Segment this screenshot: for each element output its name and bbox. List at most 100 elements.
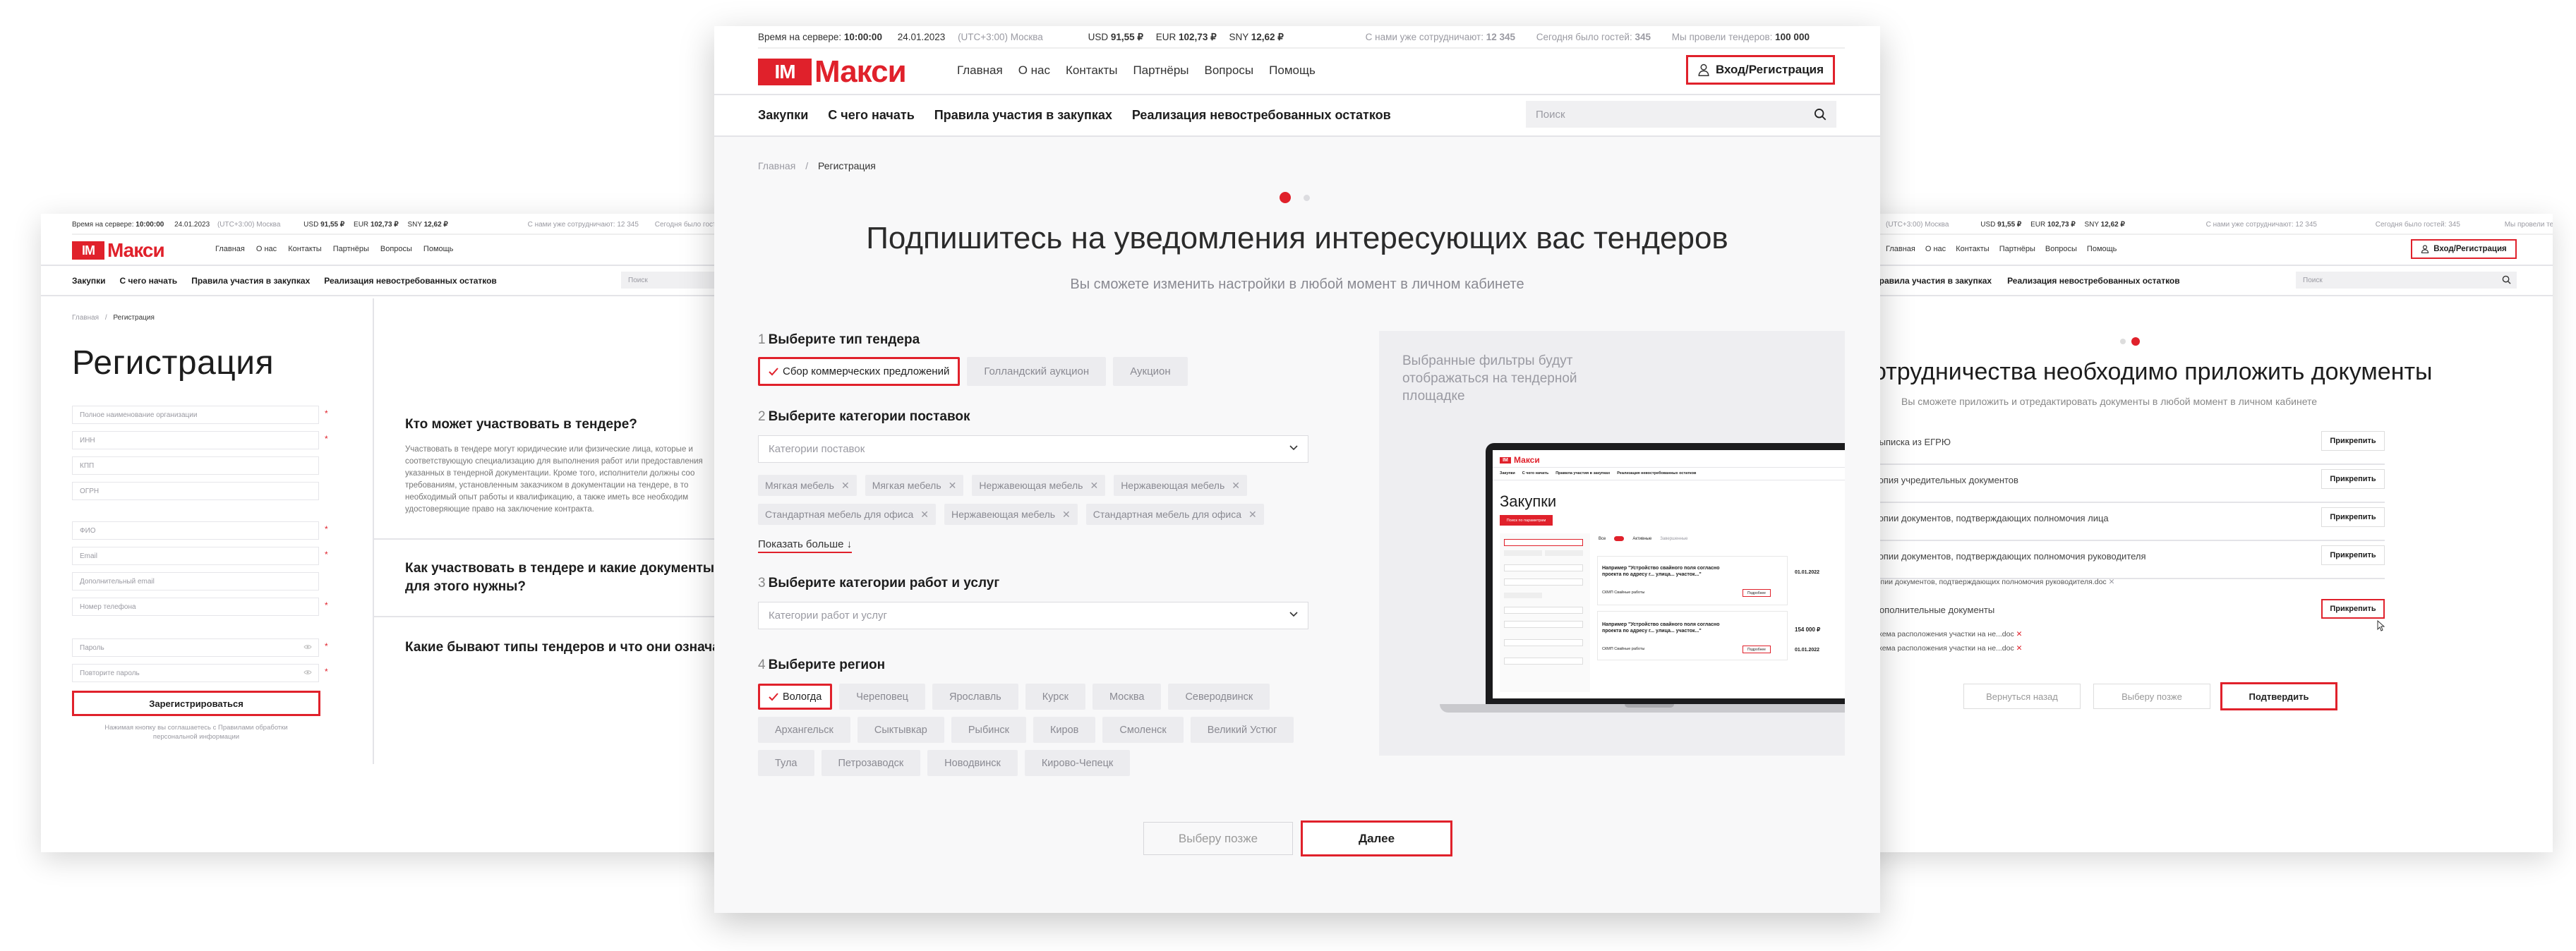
subnav-surplus[interactable]: Реализация невостребованных остатков [324, 276, 497, 286]
faq-question-1[interactable]: Кто может участвовать в тендере? [405, 417, 637, 432]
nav-help-main[interactable]: Помощь [1269, 63, 1316, 78]
register-button[interactable]: Зарегистрироваться [72, 691, 320, 716]
supply-chip[interactable]: Мягкая мебель ✕ [865, 475, 964, 496]
region-chip[interactable]: Тула [758, 750, 814, 776]
region-chip[interactable]: Кирово-Чепецк [1024, 750, 1131, 776]
uploaded-file[interactable]: копии документов, подтверждающих полномо… [1873, 578, 2114, 586]
region-chip[interactable]: Курск [1025, 684, 1085, 710]
uploaded-file[interactable]: Схема расположения участки на не...doc ✕ [1873, 644, 2022, 653]
subnav-purchases[interactable]: Закупки [72, 276, 106, 286]
region-chip[interactable]: Рыбинск [951, 717, 1026, 743]
nav-contacts-main[interactable]: Контакты [1066, 63, 1117, 78]
supply-chip[interactable]: Нержавеющая мебель ✕ [972, 475, 1106, 496]
supply-chip[interactable]: Нержавеющая мебель ✕ [944, 504, 1078, 525]
extra-email-field[interactable]: Дополнительный email [72, 572, 319, 590]
close-icon[interactable]: ✕ [1090, 480, 1098, 492]
search-input-main[interactable]: Поиск [1526, 101, 1836, 128]
nav-questions[interactable]: Вопросы [380, 245, 412, 253]
close-icon[interactable]: ✕ [1232, 480, 1240, 492]
attach-button[interactable]: Прикрепить [2321, 507, 2385, 527]
nav-contacts[interactable]: Контакты [288, 245, 322, 253]
nav-about-main[interactable]: О нас [1018, 63, 1050, 78]
attach-button[interactable]: Прикрепить [2321, 599, 2385, 619]
nav-home[interactable]: Главная [215, 245, 245, 253]
search-input-right[interactable]: Поиск [2296, 272, 2517, 289]
close-icon[interactable]: ✕ [2016, 630, 2023, 638]
attach-button[interactable]: Прикрепить [2321, 545, 2385, 565]
phone-field[interactable]: Номер телефона [72, 598, 319, 616]
next-button[interactable]: Далее [1301, 820, 1452, 856]
uploaded-file[interactable]: Схема расположения участки на не...doc ✕ [1873, 630, 2022, 638]
faq-question-2[interactable]: Как участвовать в тендере и какие докуме… [405, 559, 730, 596]
close-icon[interactable]: ✕ [949, 480, 957, 492]
tender-type-options: Сбор коммерческих предложений Голландски… [758, 357, 1188, 386]
login-button-right[interactable]: Вход/Регистрация [2411, 239, 2517, 259]
attach-button[interactable]: Прикрепить [2321, 469, 2385, 489]
region-chip[interactable]: Вологда [758, 684, 833, 710]
region-chip[interactable]: Москва [1092, 684, 1162, 710]
back-button[interactable]: Вернуться назад [1963, 684, 2081, 709]
tender-type-dutch[interactable]: Голландский аукцион [967, 357, 1107, 386]
password-field[interactable]: Пароль [72, 638, 319, 657]
works-categories-select[interactable]: Категории работ и услуг [758, 602, 1308, 629]
subnav-start-main[interactable]: С чего начать [828, 108, 915, 123]
supply-chip[interactable]: Нержавеющая мебель ✕ [1114, 475, 1247, 496]
close-icon[interactable]: ✕ [841, 480, 850, 492]
login-button[interactable]: Вход/Регистрация [1686, 55, 1835, 85]
region-chip[interactable]: Архангельск [758, 717, 850, 743]
fio-field[interactable]: ФИО [72, 521, 319, 540]
show-more-link[interactable]: Показать больше ↓ [758, 538, 853, 553]
nav-home-main[interactable]: Главная [957, 63, 1003, 78]
search-icon[interactable] [1814, 108, 1826, 121]
inn-field[interactable]: ИНН [72, 431, 319, 449]
later-button[interactable]: Выберу позже [1143, 822, 1293, 855]
subnav-start[interactable]: С чего начать [120, 276, 178, 286]
region-chip[interactable]: Череповец [839, 684, 925, 710]
close-icon[interactable]: ✕ [1248, 509, 1257, 521]
ogrn-field[interactable]: ОГРН [72, 482, 319, 500]
close-icon[interactable]: ✕ [2109, 578, 2115, 586]
search-icon[interactable] [2502, 275, 2511, 284]
faq-question-3[interactable]: Какие бывают типы тендеров и что они озн… [405, 640, 733, 655]
subnav-rules[interactable]: Правила участия в закупках [191, 276, 310, 286]
supply-chip[interactable]: Стандартная мебель для офиса ✕ [1085, 504, 1264, 525]
step-dot-active [1280, 192, 1291, 203]
tender-type-rfq[interactable]: Сбор коммерческих предложений [758, 357, 961, 386]
nav-about[interactable]: О нас [256, 245, 277, 253]
nav-partners[interactable]: Партнёры [333, 245, 369, 253]
confirm-button[interactable]: Подтвердить [2220, 682, 2337, 710]
logo[interactable]: IM Макси [72, 239, 165, 262]
subnav-rules-main[interactable]: Правила участия в закупках [934, 108, 1112, 123]
close-icon[interactable]: ✕ [2016, 644, 2023, 653]
subnav-surplus-main[interactable]: Реализация невостребованных остатков [1132, 108, 1391, 123]
supply-chip[interactable]: Стандартная мебель для офиса ✕ [758, 504, 936, 525]
region-chip[interactable]: Ярославль [932, 684, 1018, 710]
repeat-password-field[interactable]: Повторите пароль [72, 664, 319, 682]
region-chip[interactable]: Великий Устюг [1190, 717, 1294, 743]
nav-questions-main[interactable]: Вопросы [1205, 63, 1254, 78]
close-icon[interactable]: ✕ [1062, 509, 1071, 521]
kpp-field[interactable]: КПП [72, 456, 319, 475]
close-icon[interactable]: ✕ [920, 509, 929, 521]
required-mark: * [325, 408, 328, 418]
supply-chip[interactable]: Мягкая мебель ✕ [758, 475, 857, 496]
subnav-purchases-main[interactable]: Закупки [758, 108, 808, 123]
region-chip[interactable]: Петрозаводск [821, 750, 921, 776]
region-chip[interactable]: Новодвинск [927, 750, 1018, 776]
attach-button[interactable]: Прикрепить [2321, 431, 2385, 451]
region-chip[interactable]: Смоленск [1102, 717, 1184, 743]
breadcrumb-home[interactable]: Главная [758, 160, 795, 171]
logo-main[interactable]: IM Макси [758, 54, 907, 90]
email-field[interactable]: Email [72, 547, 319, 565]
nav-help[interactable]: Помощь [423, 245, 454, 253]
region-chip[interactable]: Киров [1033, 717, 1096, 743]
nav-partners-main[interactable]: Партнёры [1133, 63, 1188, 78]
org-name-field[interactable]: Полное наименование организации [72, 406, 319, 424]
eye-icon[interactable] [303, 670, 312, 675]
tender-type-auction[interactable]: Аукцион [1113, 357, 1188, 386]
region-chip[interactable]: Сыктывкар [857, 717, 944, 743]
supply-categories-select[interactable]: Категории поставок [758, 435, 1308, 463]
later-button-right[interactable]: Выберу позже [2093, 684, 2210, 709]
region-chip[interactable]: Северодвинск [1168, 684, 1270, 710]
eye-icon[interactable] [303, 644, 312, 650]
